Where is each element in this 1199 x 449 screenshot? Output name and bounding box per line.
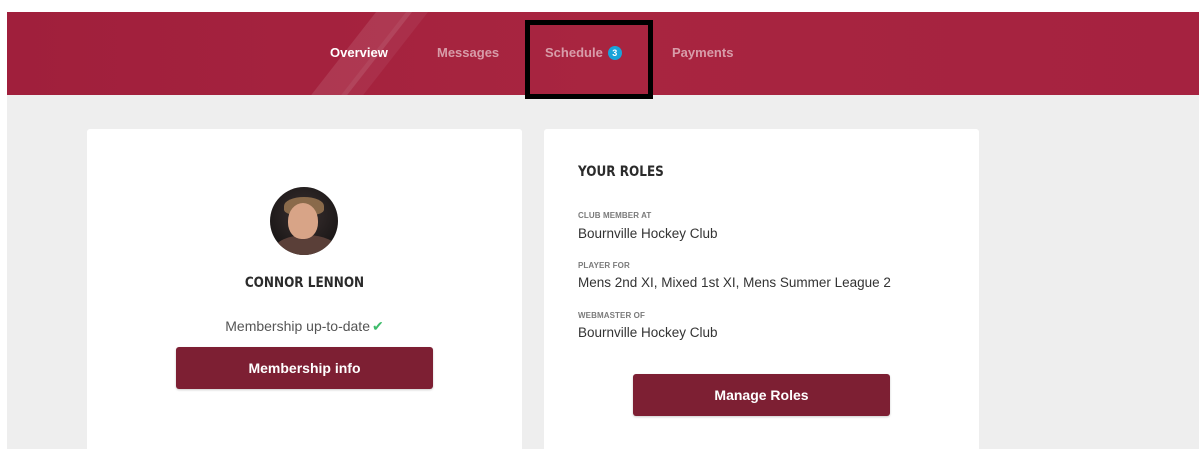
profile-name: CONNOR LENNON: [244, 275, 365, 291]
highlight-annotation: [525, 20, 653, 99]
role-value: Bournville Hockey Club: [578, 325, 718, 340]
roles-card: YOUR ROLES CLUB MEMBER AT Bournville Hoc…: [544, 129, 979, 449]
role-label: WEBMASTER OF: [578, 311, 645, 320]
tab-overview[interactable]: Overview: [330, 45, 388, 60]
manage-roles-button[interactable]: Manage Roles: [633, 374, 890, 416]
tab-payments[interactable]: Payments: [672, 45, 733, 60]
role-value: Mens 2nd XI, Mixed 1st XI, Mens Summer L…: [578, 275, 891, 290]
role-value: Bournville Hockey Club: [578, 226, 718, 241]
membership-info-button[interactable]: Membership info: [176, 347, 433, 389]
profile-card: CONNOR LENNON Membership up-to-date ✔ Mem…: [87, 129, 522, 449]
roles-title: YOUR ROLES: [578, 164, 664, 180]
membership-status: Membership up-to-date ✔: [87, 318, 522, 335]
tab-messages[interactable]: Messages: [437, 45, 499, 60]
page-viewport: Overview Messages Schedule 3 Payments CON…: [7, 12, 1199, 449]
role-label: PLAYER FOR: [578, 261, 630, 270]
check-icon: ✔: [372, 318, 384, 334]
avatar: [270, 187, 338, 255]
membership-status-text: Membership up-to-date: [225, 318, 370, 334]
role-label: CLUB MEMBER AT: [578, 211, 652, 220]
